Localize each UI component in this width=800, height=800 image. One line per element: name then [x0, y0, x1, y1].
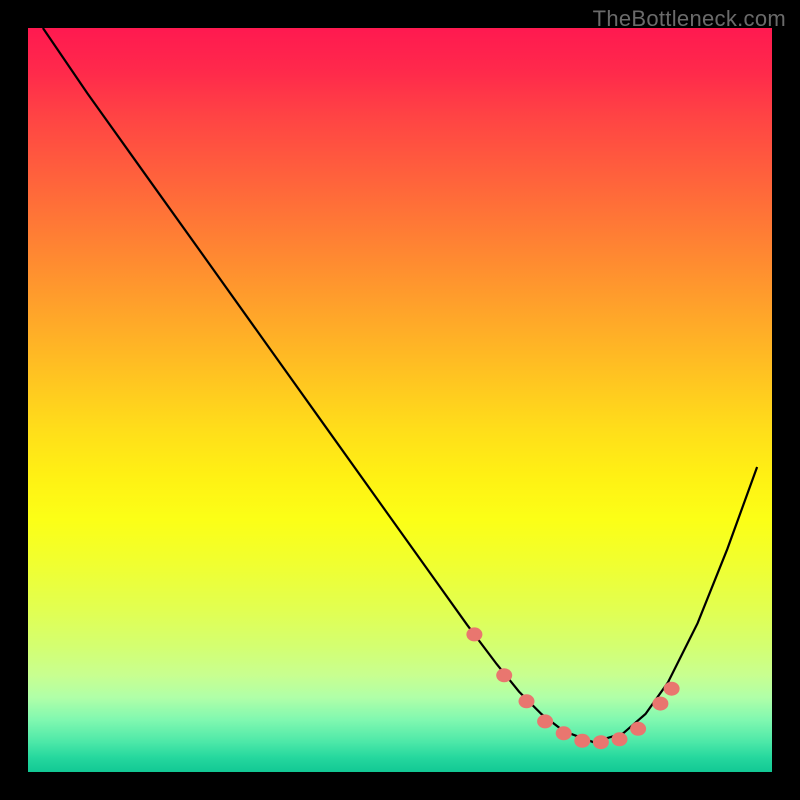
- valley-marker: [593, 735, 609, 749]
- valley-marker: [574, 734, 590, 748]
- valley-marker: [537, 714, 553, 728]
- valley-marker: [466, 627, 482, 641]
- chart-svg: [28, 28, 772, 772]
- valley-marker: [612, 732, 628, 746]
- valley-marker: [652, 697, 668, 711]
- valley-markers: [466, 627, 679, 749]
- valley-marker: [664, 682, 680, 696]
- watermark-text: TheBottleneck.com: [593, 6, 786, 32]
- bottleneck-curve-line: [43, 28, 757, 742]
- valley-marker: [519, 694, 535, 708]
- chart-plot-area: [28, 28, 772, 772]
- valley-marker: [630, 722, 646, 736]
- valley-marker: [556, 726, 572, 740]
- valley-marker: [496, 668, 512, 682]
